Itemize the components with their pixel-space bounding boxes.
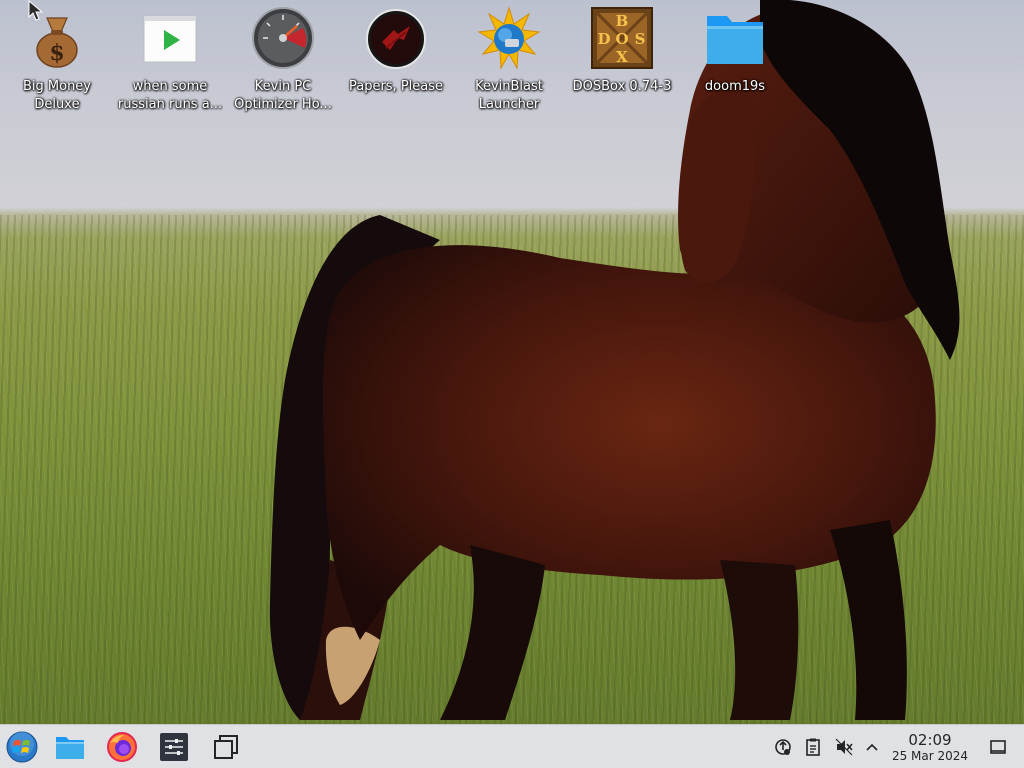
volume-muted-icon xyxy=(835,738,853,756)
svg-text:$: $ xyxy=(49,40,64,66)
taskbar: 02:09 25 Mar 2024 xyxy=(0,724,1024,768)
clock-date: 25 Mar 2024 xyxy=(891,749,969,763)
desktop-icon-doom19s-folder[interactable]: doom19s xyxy=(682,6,788,96)
tray-expand-button[interactable] xyxy=(860,731,884,763)
folder-icon xyxy=(703,6,767,70)
desktop-icon-label: KevinBlast Launcher xyxy=(475,79,543,112)
chevron-up-icon xyxy=(866,743,878,751)
firefox-icon xyxy=(107,732,137,762)
tray-volume-button[interactable] xyxy=(830,731,858,763)
taskbar-window-overview-button[interactable] xyxy=(208,729,244,765)
desktop-icon-label: when some russian runs a... xyxy=(117,79,223,112)
show-desktop-button[interactable] xyxy=(984,731,1012,763)
desktop-icon-video[interactable]: when some russian runs a... xyxy=(117,6,223,114)
network-icon xyxy=(775,739,791,755)
file-manager-icon xyxy=(56,737,84,759)
desktop-icon-label: Papers, Please xyxy=(348,79,444,94)
clock-time: 02:09 xyxy=(908,731,952,749)
video-play-icon xyxy=(138,6,202,70)
mouse-cursor-icon xyxy=(28,0,44,21)
svg-text:B: B xyxy=(616,12,629,30)
desktop-icon-dosbox[interactable]: BDOSX DOSBox 0.74-3 xyxy=(569,6,675,96)
taskbar-file-manager-button[interactable] xyxy=(52,729,88,765)
desktop-icon-label: DOSBox 0.74-3 xyxy=(572,79,672,94)
desktop-icon-label: Big Money Deluxe xyxy=(22,79,91,112)
papers-please-emblem-icon xyxy=(364,6,428,70)
settings-sliders-icon xyxy=(160,733,188,761)
tray-clipboard-button[interactable] xyxy=(800,731,826,763)
speedometer-icon xyxy=(251,6,315,70)
svg-text:D: D xyxy=(597,30,610,48)
start-menu-button[interactable] xyxy=(4,729,40,765)
taskbar-system-settings-button[interactable] xyxy=(156,729,192,765)
desktop-icon-label: Kevin PC Optimizer Ho... xyxy=(234,79,332,112)
taskbar-firefox-button[interactable] xyxy=(104,729,140,765)
digital-clock[interactable]: 02:09 25 Mar 2024 xyxy=(884,731,976,763)
svg-text:X: X xyxy=(616,48,628,66)
svg-text:O: O xyxy=(615,30,628,48)
clipboard-icon xyxy=(806,738,820,756)
desktop-icon-big-money-deluxe[interactable]: $ Big Money Deluxe xyxy=(4,6,110,114)
desktop-wallpaper xyxy=(0,0,1024,768)
svg-text:S: S xyxy=(635,30,646,48)
window-overview-icon xyxy=(214,735,238,759)
desktop-icon-kevinblast-launcher[interactable]: KevinBlast Launcher xyxy=(456,6,562,114)
start-menu-icon xyxy=(6,731,38,763)
tray-network-button[interactable] xyxy=(770,731,796,763)
wallpaper-horse-illustration xyxy=(269,0,960,720)
sun-globe-icon xyxy=(477,6,541,70)
desktop-icon-kevin-pc-optimizer[interactable]: Kevin PC Optimizer Ho... xyxy=(230,6,336,114)
desktop-icon-label: doom19s xyxy=(704,79,766,94)
dosbox-icon: BDOSX xyxy=(590,6,654,70)
desktop-icon-papers-please[interactable]: Papers, Please xyxy=(343,6,449,96)
show-desktop-icon xyxy=(990,740,1006,754)
